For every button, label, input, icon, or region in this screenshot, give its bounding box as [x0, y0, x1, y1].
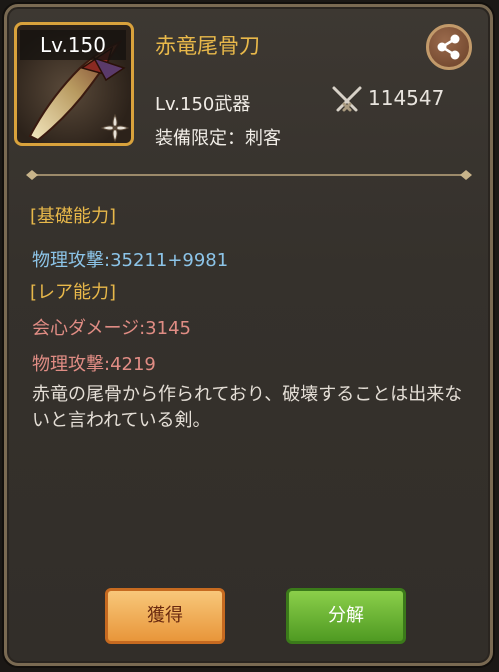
item-name: 赤竜尾骨刀: [155, 34, 260, 58]
item-type: Lv.150武器: [155, 94, 251, 115]
obtain-button[interactable]: 獲得: [105, 588, 225, 644]
dismantle-button[interactable]: 分解: [286, 588, 406, 644]
level-badge: Lv.150: [20, 30, 126, 60]
rare-stats-title: [レア能力]: [30, 282, 117, 303]
item-description: 赤竜の尾骨から作られており、破壊することは出来ないと言われている剣。: [32, 384, 463, 431]
share-icon: [437, 34, 460, 60]
crossed-swords-icon: [332, 86, 362, 112]
rare-stat-crit-damage: 会心ダメージ:3145: [32, 318, 191, 339]
shuriken-icon: [100, 113, 130, 143]
combat-power-value: 114547: [368, 86, 445, 110]
share-button[interactable]: [426, 24, 472, 70]
basic-stat-physical-attack: 物理攻撃:35211+9981: [32, 250, 229, 271]
equip-restriction: 装備限定：刺客: [155, 128, 281, 149]
rare-stat-physical-attack: 物理攻撃:4219: [32, 354, 156, 375]
basic-stats-title: [基礎能力]: [30, 206, 117, 227]
section-divider: [26, 170, 472, 180]
